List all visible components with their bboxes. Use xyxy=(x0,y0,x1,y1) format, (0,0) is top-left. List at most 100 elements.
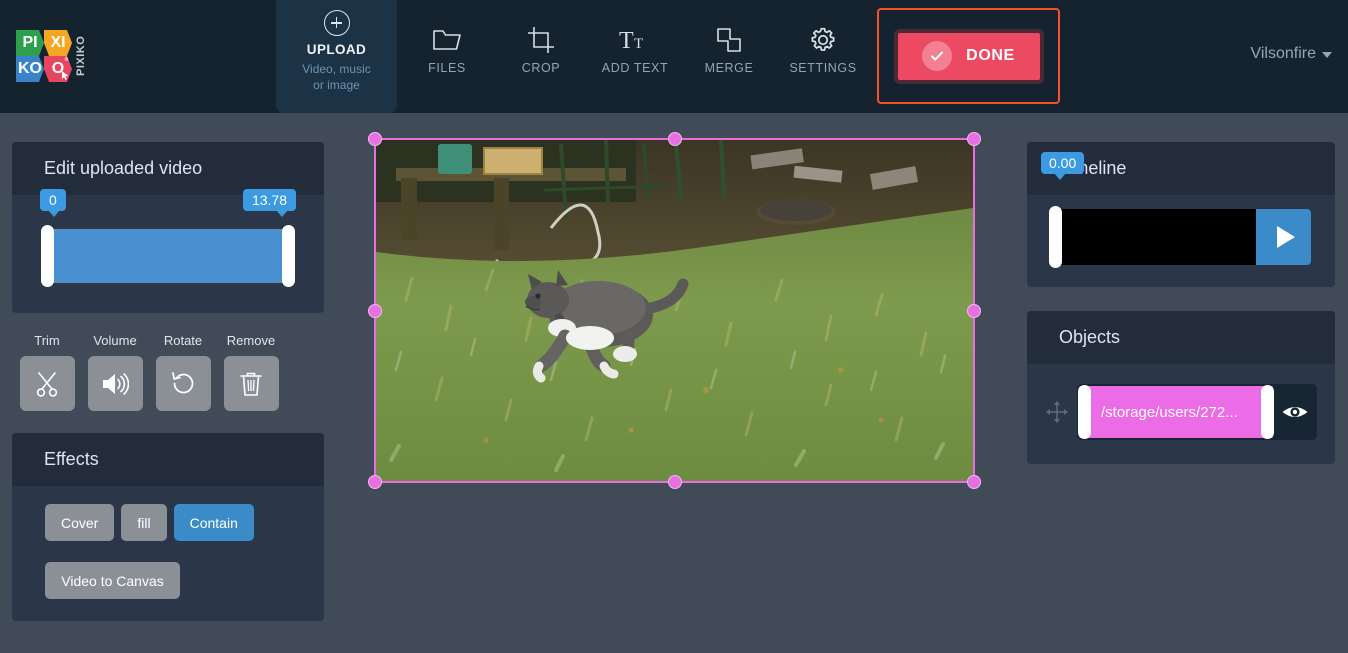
fit-mode-cover[interactable]: Cover xyxy=(45,504,115,541)
text-icon: T T xyxy=(619,22,651,58)
object-clip[interactable]: /storage/users/272... xyxy=(1078,385,1274,439)
done-button-label: DONE xyxy=(966,47,1015,64)
timeline-track[interactable]: 0.00 xyxy=(1041,152,1256,268)
speaker-icon xyxy=(103,372,129,395)
object-clip-start-handle[interactable] xyxy=(1078,385,1091,439)
cursor-arrow-icon xyxy=(61,71,69,80)
trim-end-label: 13.78 xyxy=(242,189,296,217)
timeline-row: 0.00 xyxy=(1041,152,1311,268)
check-circle-icon xyxy=(922,41,953,71)
done-button[interactable]: DONE xyxy=(893,28,1044,84)
resize-handle-top-center[interactable] xyxy=(667,132,682,146)
pixiko-logo[interactable]: PI XI KO O ® PI XIKO xyxy=(16,30,92,82)
trim-button[interactable] xyxy=(19,356,75,411)
toolbar-label: SETTINGS xyxy=(789,61,857,75)
logo-cell-xi: XI xyxy=(44,30,72,56)
remove-button[interactable] xyxy=(223,356,279,411)
volume-button[interactable] xyxy=(87,356,143,411)
action-rotate: Rotate xyxy=(154,333,212,411)
svg-text:T: T xyxy=(634,36,643,52)
objects-body: /storage/users/272... xyxy=(1027,364,1335,464)
action-remove: Remove xyxy=(222,333,280,411)
trim-start-handle[interactable] xyxy=(41,225,54,287)
main-toolbar: FILES CROP T T ADD TEXT MERGE SETTINGS xyxy=(400,22,870,75)
resize-handle-middle-right[interactable] xyxy=(967,303,981,318)
toolbar-label: ADD TEXT xyxy=(601,61,669,75)
toolbar-item-settings[interactable]: SETTINGS xyxy=(776,22,870,75)
video-to-canvas-button[interactable]: Video to Canvas xyxy=(45,562,180,599)
timeline-playhead[interactable] xyxy=(1049,206,1062,268)
scissors-icon xyxy=(36,371,58,397)
play-button[interactable] xyxy=(1256,209,1311,265)
resize-handle-middle-left[interactable] xyxy=(368,303,382,318)
action-label: Rotate xyxy=(163,333,203,348)
rotate-button[interactable] xyxy=(155,356,211,411)
objects-panel: Objects /storage/users/272... xyxy=(1027,311,1335,464)
logo-cell-pi: PI xyxy=(16,30,44,56)
fit-mode-fill[interactable]: fill xyxy=(121,504,167,541)
user-name: Vilsonfire xyxy=(1250,45,1316,62)
fit-mode-group: Cover fill Contain xyxy=(45,504,324,541)
trim-end-handle[interactable] xyxy=(282,225,295,287)
user-menu[interactable]: Vilsonfire xyxy=(1250,45,1332,63)
toolbar-label: CROP xyxy=(521,61,561,75)
object-clip-end-handle[interactable] xyxy=(1261,385,1274,439)
video-preview-canvas[interactable] xyxy=(368,132,981,489)
done-button-highlight: DONE xyxy=(877,8,1060,104)
effects-panel: Effects Cover fill Contain Video to Canv… xyxy=(12,433,324,621)
resize-handle-bottom-right[interactable] xyxy=(967,475,981,489)
upload-subtitle-line2: or image xyxy=(313,78,360,92)
app-header: PI XI KO O ® PI XIKO UPLOAD Video, music … xyxy=(0,0,1348,113)
action-label: Remove xyxy=(226,333,276,348)
action-volume: Volume xyxy=(86,333,144,411)
trim-start-label: 0 xyxy=(40,189,66,217)
chevron-down-icon xyxy=(1322,52,1332,58)
rotate-ccw-icon xyxy=(172,371,194,393)
toolbar-item-merge[interactable]: MERGE xyxy=(682,22,776,75)
effects-body: Cover fill Contain Video to Canvas xyxy=(12,486,324,621)
play-icon xyxy=(1276,226,1295,248)
gear-icon xyxy=(809,22,837,58)
logo-cell-ko: KO xyxy=(16,56,44,82)
upload-button[interactable]: UPLOAD Video, music or image xyxy=(276,0,397,113)
toolbar-item-crop[interactable]: CROP xyxy=(494,22,588,75)
upload-subtitle-line1: Video, music xyxy=(302,62,371,76)
folder-icon xyxy=(432,22,462,58)
right-sidebar: Timeline 0.00 Objects /storage/users/272… xyxy=(1027,142,1335,464)
timeline-body: 0.00 xyxy=(1027,152,1335,287)
effects-panel-title: Effects xyxy=(12,433,324,486)
resize-handle-bottom-center[interactable] xyxy=(667,475,682,489)
resize-handle-top-left[interactable] xyxy=(368,132,382,146)
resize-handle-bottom-left[interactable] xyxy=(368,475,382,489)
merge-icon xyxy=(715,22,743,58)
eye-icon xyxy=(1282,407,1308,417)
toolbar-item-add-text[interactable]: T T ADD TEXT xyxy=(588,22,682,75)
clip-actions: Trim Volume Rotate Remove xyxy=(12,333,324,411)
toolbar-item-files[interactable]: FILES xyxy=(400,22,494,75)
move-arrows-icon[interactable] xyxy=(1045,400,1069,424)
action-trim: Trim xyxy=(18,333,76,411)
logo-cell-text: PI xyxy=(22,34,38,51)
object-visibility-toggle[interactable] xyxy=(1273,402,1317,422)
upload-title: UPLOAD xyxy=(306,42,367,57)
upload-subtitle: Video, music or image xyxy=(302,61,370,93)
object-name: /storage/users/272... xyxy=(1101,403,1238,421)
logo-grid: PI XI KO O ® xyxy=(16,30,72,82)
trim-slider-area: 0 13.78 xyxy=(12,189,324,313)
edit-video-panel: Edit uploaded video 0 13.78 xyxy=(12,142,324,313)
trim-range-slider[interactable]: 0 13.78 xyxy=(40,189,296,287)
cat-in-garden-frame xyxy=(376,140,973,481)
toolbar-label: FILES xyxy=(428,61,466,75)
crop-icon xyxy=(527,22,555,58)
action-label: Trim xyxy=(34,333,60,348)
objects-panel-title: Objects xyxy=(1027,311,1335,364)
logo-cell-text: KO xyxy=(18,60,42,77)
svg-text:T: T xyxy=(619,28,634,53)
object-list-item[interactable]: /storage/users/272... xyxy=(1077,384,1317,440)
timeline-playhead-label: 0.00 xyxy=(1041,152,1085,180)
resize-handle-top-right[interactable] xyxy=(967,132,981,146)
fit-mode-contain[interactable]: Contain xyxy=(173,504,254,541)
registered-mark: ® xyxy=(64,57,69,63)
timeline-panel: Timeline 0.00 xyxy=(1027,142,1335,287)
left-sidebar: Edit uploaded video 0 13.78 Trim Volume xyxy=(12,142,324,621)
